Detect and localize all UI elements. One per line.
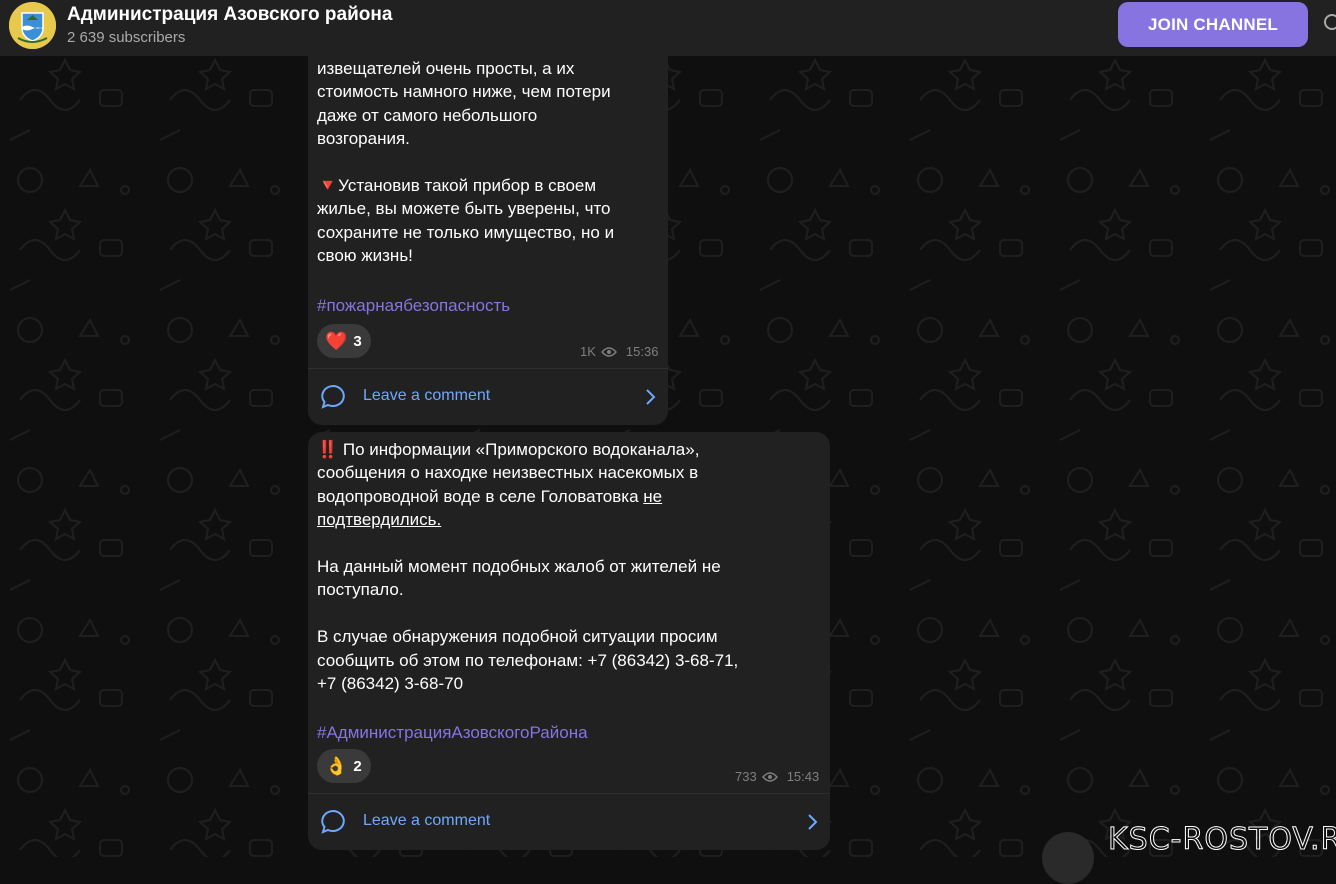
channel-avatar[interactable] [9,2,56,49]
heart-icon: ❤️ [325,331,348,351]
message-time: 15:43 [786,769,820,784]
reaction-heart[interactable]: ❤️ 3 [317,324,371,358]
watermark-text: KSC-ROSTOV.RU [1107,822,1336,858]
leave-comment-label: Leave a comment [363,812,491,829]
eye-icon [761,771,778,782]
hashtag-link[interactable]: #АдминистрацияАзовскогоРайона [317,723,588,743]
message-meta: 1K 15:36 [580,344,658,359]
message-bubble: извещателей очень просты, а их стоимость… [308,40,668,425]
search-icon[interactable] [1322,12,1336,36]
channel-title: Администрация Азовского района [67,4,393,25]
message-text-rest: На данный момент подобных жалоб от жител… [317,557,739,694]
reaction-ok-hand[interactable]: 👌 2 [317,749,371,783]
message-meta: 733 15:43 [735,769,819,784]
subscriber-count: 2 639 subscribers [67,29,186,46]
reaction-count: 2 [353,757,362,775]
eye-icon [600,346,617,357]
channel-header: Администрация Азовского района 2 639 sub… [0,0,1336,56]
chevron-right-icon [808,814,818,830]
chevron-right-icon [646,389,656,405]
message-bubble: ‼️ По информации «Приморского водоканала… [308,432,830,850]
leave-comment-button[interactable]: Leave a comment [308,793,830,850]
message-time: 15:36 [625,344,659,359]
comment-icon [321,809,345,834]
hashtag-link[interactable]: #пожарнаябезопасность [317,296,510,316]
leave-comment-button[interactable]: Leave a comment [308,368,668,425]
ok-hand-icon: 👌 [325,756,348,776]
message-text: извещателей очень просты, а их стоимость… [317,59,615,266]
leave-comment-label: Leave a comment [363,387,491,404]
join-channel-button[interactable]: JOIN CHANNEL [1118,2,1308,47]
message-text: ‼️ По информации «Приморского водоканала… [317,438,699,532]
view-count: 733 [735,769,757,784]
view-count: 1K [580,344,596,359]
coat-of-arms-icon [9,2,56,49]
reaction-count: 3 [353,332,362,350]
comment-icon [321,384,345,409]
scroll-down-button[interactable] [1042,832,1094,884]
